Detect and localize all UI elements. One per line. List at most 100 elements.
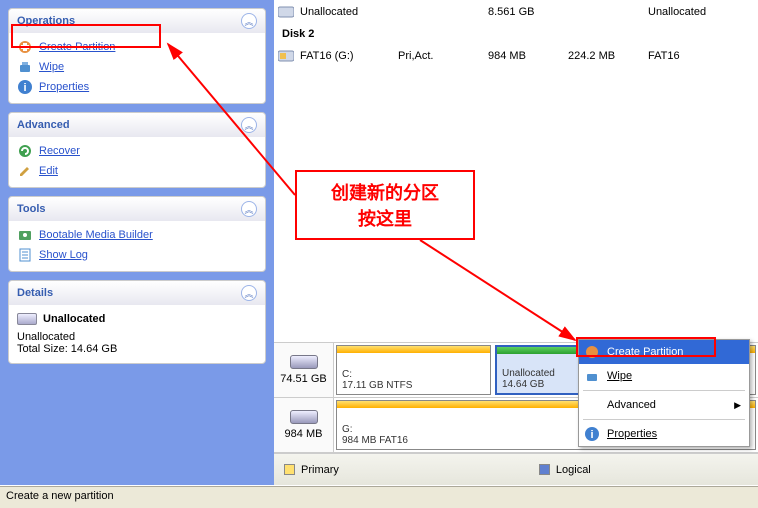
drive-icon bbox=[17, 313, 37, 325]
operations-title: Operations bbox=[17, 15, 75, 27]
operations-panel: Operations ︽ Create Partition Wipe i Pro… bbox=[8, 8, 266, 104]
disk-icon bbox=[290, 355, 318, 369]
recover-item[interactable]: Recover bbox=[15, 141, 259, 161]
partition-size: 8.561 GB bbox=[488, 6, 568, 18]
advanced-panel: Advanced ︽ Recover Edit bbox=[8, 112, 266, 188]
tools-panel: Tools ︽ Bootable Media Builder Show Log bbox=[8, 196, 266, 272]
status-text: Create a new partition bbox=[6, 490, 114, 502]
disk-size: 74.51 GB bbox=[280, 373, 326, 385]
collapse-icon[interactable]: ︽ bbox=[241, 285, 257, 301]
tools-title: Tools bbox=[17, 203, 46, 215]
advanced-title: Advanced bbox=[17, 119, 70, 131]
partition-size: 984 MB bbox=[488, 50, 568, 62]
recover-label: Recover bbox=[39, 145, 80, 157]
details-line1: Unallocated bbox=[17, 331, 257, 343]
create-partition-icon bbox=[17, 39, 33, 55]
properties-item[interactable]: i Properties bbox=[15, 77, 259, 97]
status-bar: Create a new partition bbox=[0, 486, 758, 508]
callout-line1: 创建新的分区 bbox=[331, 179, 439, 205]
edit-icon bbox=[17, 163, 33, 179]
edit-item[interactable]: Edit bbox=[15, 161, 259, 181]
partition-used: 224.2 MB bbox=[568, 50, 648, 62]
disk-header: Disk 2 bbox=[278, 22, 754, 46]
context-menu: Create Partition Wipe Advanced ▶ i Prope… bbox=[578, 339, 750, 447]
details-panel: Details ︽ Unallocated Unallocated Total … bbox=[8, 280, 266, 364]
disk-graphic[interactable]: 984 MB bbox=[274, 398, 334, 452]
legend-swatch bbox=[284, 464, 295, 475]
legend-swatch bbox=[539, 464, 550, 475]
disk-list: Unallocated 8.561 GB Unallocated Disk 2 … bbox=[274, 0, 758, 68]
svg-text:i: i bbox=[23, 82, 26, 94]
create-partition-label: Create Partition bbox=[39, 41, 115, 53]
partition-row[interactable]: Unallocated 8.561 GB Unallocated bbox=[278, 2, 754, 22]
partition-block-selected[interactable]: Unallocated 14.64 GB bbox=[495, 345, 590, 395]
menu-create-partition[interactable]: Create Partition bbox=[579, 340, 749, 364]
menu-advanced[interactable]: Advanced ▶ bbox=[579, 393, 749, 417]
create-partition-icon bbox=[583, 344, 601, 360]
wipe-item[interactable]: Wipe bbox=[15, 57, 259, 77]
partition-status: Unallocated bbox=[648, 6, 728, 18]
menu-label: Advanced bbox=[607, 399, 734, 411]
show-log-label: Show Log bbox=[39, 249, 88, 261]
media-icon bbox=[17, 227, 33, 243]
menu-label: Wipe bbox=[607, 370, 741, 382]
menu-label: Properties bbox=[607, 428, 741, 440]
legend-label: Logical bbox=[556, 464, 591, 476]
legend-label: Primary bbox=[301, 464, 339, 476]
details-header: Details ︽ bbox=[9, 281, 265, 305]
properties-label: Properties bbox=[39, 81, 89, 93]
submenu-arrow-icon: ▶ bbox=[734, 400, 741, 411]
partition-label: Unallocated bbox=[502, 368, 583, 379]
partition-name: Unallocated bbox=[300, 6, 358, 18]
details-line2: Total Size: 14.64 GB bbox=[17, 343, 257, 355]
bootable-media-item[interactable]: Bootable Media Builder bbox=[15, 225, 259, 245]
bootable-media-label: Bootable Media Builder bbox=[39, 229, 153, 241]
partition-fs: FAT16 bbox=[648, 50, 728, 62]
sidebar: Operations ︽ Create Partition Wipe i Pro… bbox=[0, 0, 274, 485]
partition-flags: Pri,Act. bbox=[398, 50, 488, 62]
partition-row[interactable]: FAT16 (G:) Pri,Act. 984 MB 224.2 MB FAT1… bbox=[278, 46, 754, 66]
partition-name: FAT16 (G:) bbox=[300, 50, 354, 62]
advanced-header: Advanced ︽ bbox=[9, 113, 265, 137]
recover-icon bbox=[17, 143, 33, 159]
info-icon: i bbox=[17, 79, 33, 95]
partition-icon bbox=[278, 50, 294, 62]
svg-text:i: i bbox=[590, 429, 593, 441]
partition-icon bbox=[278, 6, 294, 18]
partition-label: C: bbox=[342, 369, 485, 380]
disk-icon bbox=[290, 410, 318, 424]
collapse-icon[interactable]: ︽ bbox=[241, 201, 257, 217]
partition-bar bbox=[337, 346, 490, 353]
partition-block[interactable]: C: 17.11 GB NTFS bbox=[336, 345, 491, 395]
show-log-item[interactable]: Show Log bbox=[15, 245, 259, 265]
partition-info: 17.11 GB NTFS bbox=[342, 380, 485, 391]
disk-graphic[interactable]: 74.51 GB bbox=[274, 343, 334, 397]
menu-separator bbox=[583, 390, 745, 391]
create-partition-item[interactable]: Create Partition bbox=[15, 37, 259, 57]
info-icon: i bbox=[583, 426, 601, 442]
wipe-icon bbox=[17, 59, 33, 75]
wipe-label: Wipe bbox=[39, 61, 64, 73]
partition-bar bbox=[497, 347, 588, 354]
collapse-icon[interactable]: ︽ bbox=[241, 117, 257, 133]
tools-header: Tools ︽ bbox=[9, 197, 265, 221]
menu-wipe[interactable]: Wipe bbox=[579, 364, 749, 388]
callout-line2: 按这里 bbox=[358, 205, 412, 231]
disk-size: 984 MB bbox=[285, 428, 323, 440]
log-icon bbox=[17, 247, 33, 263]
details-name: Unallocated bbox=[43, 313, 105, 325]
annotation-callout: 创建新的分区 按这里 bbox=[295, 170, 475, 240]
operations-header: Operations ︽ bbox=[9, 9, 265, 33]
menu-label: Create Partition bbox=[607, 346, 741, 358]
partition-info: 14.64 GB bbox=[502, 379, 583, 390]
legend-logical: Logical bbox=[539, 464, 591, 476]
legend-primary: Primary bbox=[284, 464, 339, 476]
legend: Primary Logical bbox=[274, 453, 758, 485]
menu-separator bbox=[583, 419, 745, 420]
menu-properties[interactable]: i Properties bbox=[579, 422, 749, 446]
collapse-icon[interactable]: ︽ bbox=[241, 13, 257, 29]
wipe-icon bbox=[583, 368, 601, 384]
edit-label: Edit bbox=[39, 165, 58, 177]
blank-icon bbox=[583, 397, 601, 413]
details-title: Details bbox=[17, 287, 53, 299]
